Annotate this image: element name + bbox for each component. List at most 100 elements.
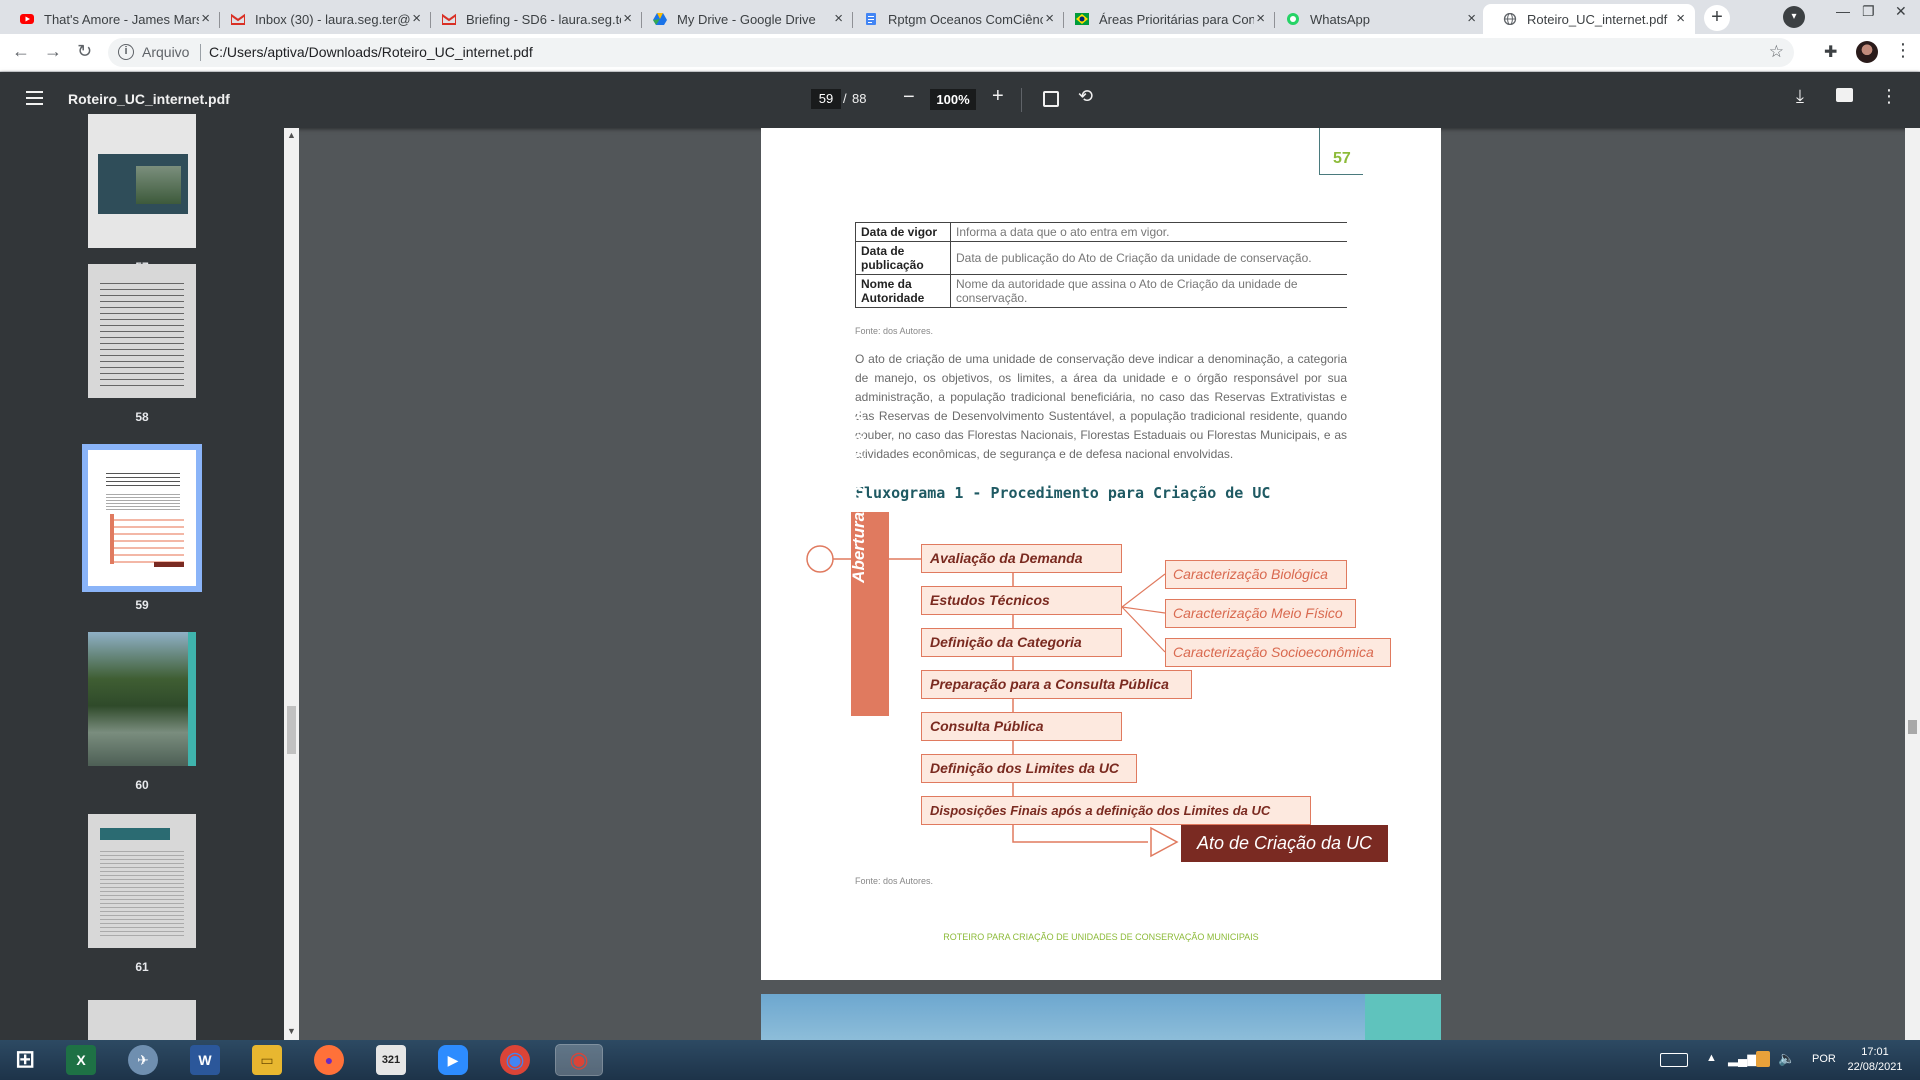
clock[interactable]: 17:01 22/08/2021 [1842,1045,1908,1075]
thumbnail-page-62[interactable] [88,1000,196,1040]
body-paragraph: O ato de criação de uma unidade de conse… [855,352,1347,461]
volume-icon[interactable]: 🔈 [1778,1050,1795,1067]
address-url[interactable]: C:/Users/aptiva/Downloads/Roteiro_UC_int… [209,44,533,60]
tab-drive[interactable]: My Drive - Google Drive × [633,4,853,34]
print-icon[interactable] [1836,88,1853,102]
tab-docs[interactable]: Rptgm Oceanos ComCiênc × [844,4,1064,34]
thumbnail-page-61[interactable]: 61 [88,814,196,974]
tab-whatsapp[interactable]: WhatsApp × [1266,4,1486,34]
page-total: 88 [852,91,867,106]
browser-toolbar: ← → ↻ i Arquivo C:/Users/aptiva/Download… [0,34,1920,72]
flight-app-icon[interactable]: ✈ [128,1045,158,1075]
zoom-level-input[interactable]: 100% [930,89,976,110]
network-icon[interactable]: ▂▄▆ [1728,1051,1757,1067]
update-icon[interactable] [1756,1051,1770,1067]
firefox-icon[interactable]: ● [314,1045,344,1075]
close-tab-icon[interactable]: × [412,10,421,27]
extensions-puzzle-icon[interactable]: ✚ [1824,42,1837,62]
show-hidden-icon[interactable]: ▲ [1706,1052,1717,1064]
close-tab-icon[interactable]: × [201,10,210,27]
close-tab-icon[interactable]: × [1676,10,1685,27]
bookmark-star-icon[interactable]: ☆ [1769,42,1784,62]
tab-inbox[interactable]: Inbox (30) - laura.seg.ter@g × [211,4,431,34]
tab-label: Rptgm Oceanos ComCiênc [888,12,1043,27]
language-indicator[interactable]: POR [1812,1053,1836,1065]
close-tab-icon[interactable]: × [623,10,632,27]
thumbnail-image [82,444,202,592]
hamburger-menu-icon[interactable] [26,91,43,105]
tab-briefing[interactable]: Briefing - SD6 - laura.seg.te × [422,4,642,34]
file-explorer-icon[interactable]: ▭ [252,1045,282,1075]
thumbnail-sidebar: 57 58 59 60 61 [0,114,284,1040]
scroll-down-icon[interactable]: ▼ [287,1026,296,1036]
zoom-icon[interactable]: ▶ [438,1045,468,1075]
close-tab-icon[interactable]: × [834,10,843,27]
thumbnail-page-60[interactable]: 60 [88,632,196,792]
thumbnail-page-57[interactable]: 57 [88,114,196,274]
flow-step: Consulta Pública [921,712,1122,741]
address-bar[interactable]: i Arquivo C:/Users/aptiva/Downloads/Rote… [108,38,1794,67]
arrow-triangle-icon [1150,826,1179,858]
windows-start-icon[interactable]: ⊞ [10,1045,40,1075]
zoom-out-icon[interactable]: − [903,86,915,109]
close-tab-icon[interactable]: × [1467,10,1476,27]
page-number-input[interactable]: 59 [811,89,841,109]
fit-page-icon[interactable] [1043,91,1059,107]
scroll-up-icon[interactable]: ▲ [287,130,296,140]
table-key: Data de publicação [855,241,951,275]
chrome-active-icon[interactable]: ◉ [555,1044,603,1076]
excel-icon[interactable]: X [66,1045,96,1075]
flow-study: Caracterização Biológica [1165,560,1347,589]
sidebar-scrollbar[interactable]: ▲ ▼ [284,128,299,1040]
start-circle-icon [806,545,834,573]
table-key: Nome da Autoridade [855,274,951,308]
thumbnail-image [88,814,196,948]
main-scroll-thumb[interactable] [1908,720,1917,734]
rotate-icon[interactable]: ⟲ [1078,86,1093,107]
thumbnail-image [88,1000,196,1040]
thumbnail-page-59[interactable]: 59 [82,444,202,612]
gmail-icon [231,13,245,25]
flowchart-source: Fonte: dos Autores. [855,876,934,886]
download-icon[interactable]: ⤓ [1796,86,1804,107]
table-source: Fonte: dos Autores. [855,326,934,336]
thumbnail-page-58[interactable]: 58 [88,264,196,424]
word-icon[interactable]: W [190,1045,220,1075]
sidebar-scroll-thumb[interactable] [287,706,296,754]
tab-areas[interactable]: Áreas Prioritárias para Cons × [1055,4,1275,34]
flow-study: Caracterização Socioeconômica [1165,638,1391,667]
table-value: Informa a data que o ato entra em vigor. [950,222,1347,242]
whatsapp-icon [1287,13,1299,25]
media-player-icon[interactable]: 321 [376,1045,406,1075]
pdf-more-icon[interactable]: ⋮ [1880,86,1898,107]
reload-icon[interactable]: ↻ [77,41,92,62]
tab-roteiro-pdf[interactable]: Roteiro_UC_internet.pdf × [1483,4,1695,34]
browser-menu-icon[interactable]: ⋮ [1894,40,1912,61]
process-opening-label: Abertura do Processo [849,405,868,583]
profile-avatar[interactable] [1856,41,1878,63]
info-icon[interactable]: i [118,44,134,60]
tab-search-icon[interactable]: ▾ [1783,6,1805,28]
gmail-icon [442,13,456,25]
window-close-icon[interactable]: ✕ [1895,3,1907,20]
keyboard-icon[interactable] [1660,1053,1688,1067]
pdf-page: 57 Data de vigor Informa a data que o at… [761,128,1441,980]
flowchart: Abertura do Processo Avaliação da Demand… [761,405,1441,892]
close-tab-icon[interactable]: × [1256,10,1265,27]
minimize-icon[interactable]: — [1836,3,1850,19]
flowchart-title: Fluxograma 1 - Procedimento para Criação… [855,484,1271,502]
restore-icon[interactable]: ❐ [1862,3,1875,20]
zoom-in-icon[interactable]: + [992,85,1004,108]
thumbnail-number: 61 [135,960,149,974]
flow-final-step: Ato de Criação da UC [1181,825,1388,862]
tab-youtube[interactable]: That's Amore - James Mars × [0,4,220,34]
drive-icon [653,13,667,25]
chrome-icon[interactable]: ◉ [500,1045,530,1075]
new-tab-button[interactable]: + [1704,5,1730,31]
close-tab-icon[interactable]: × [1045,10,1054,27]
flow-step: Disposições Finais após a definição dos … [921,796,1311,825]
forward-icon[interactable]: → [44,41,62,62]
metadata-table: Data de vigor Informa a data que o ato e… [855,222,1347,308]
main-scrollbar[interactable] [1905,128,1920,1040]
back-icon[interactable]: ← [12,41,30,62]
